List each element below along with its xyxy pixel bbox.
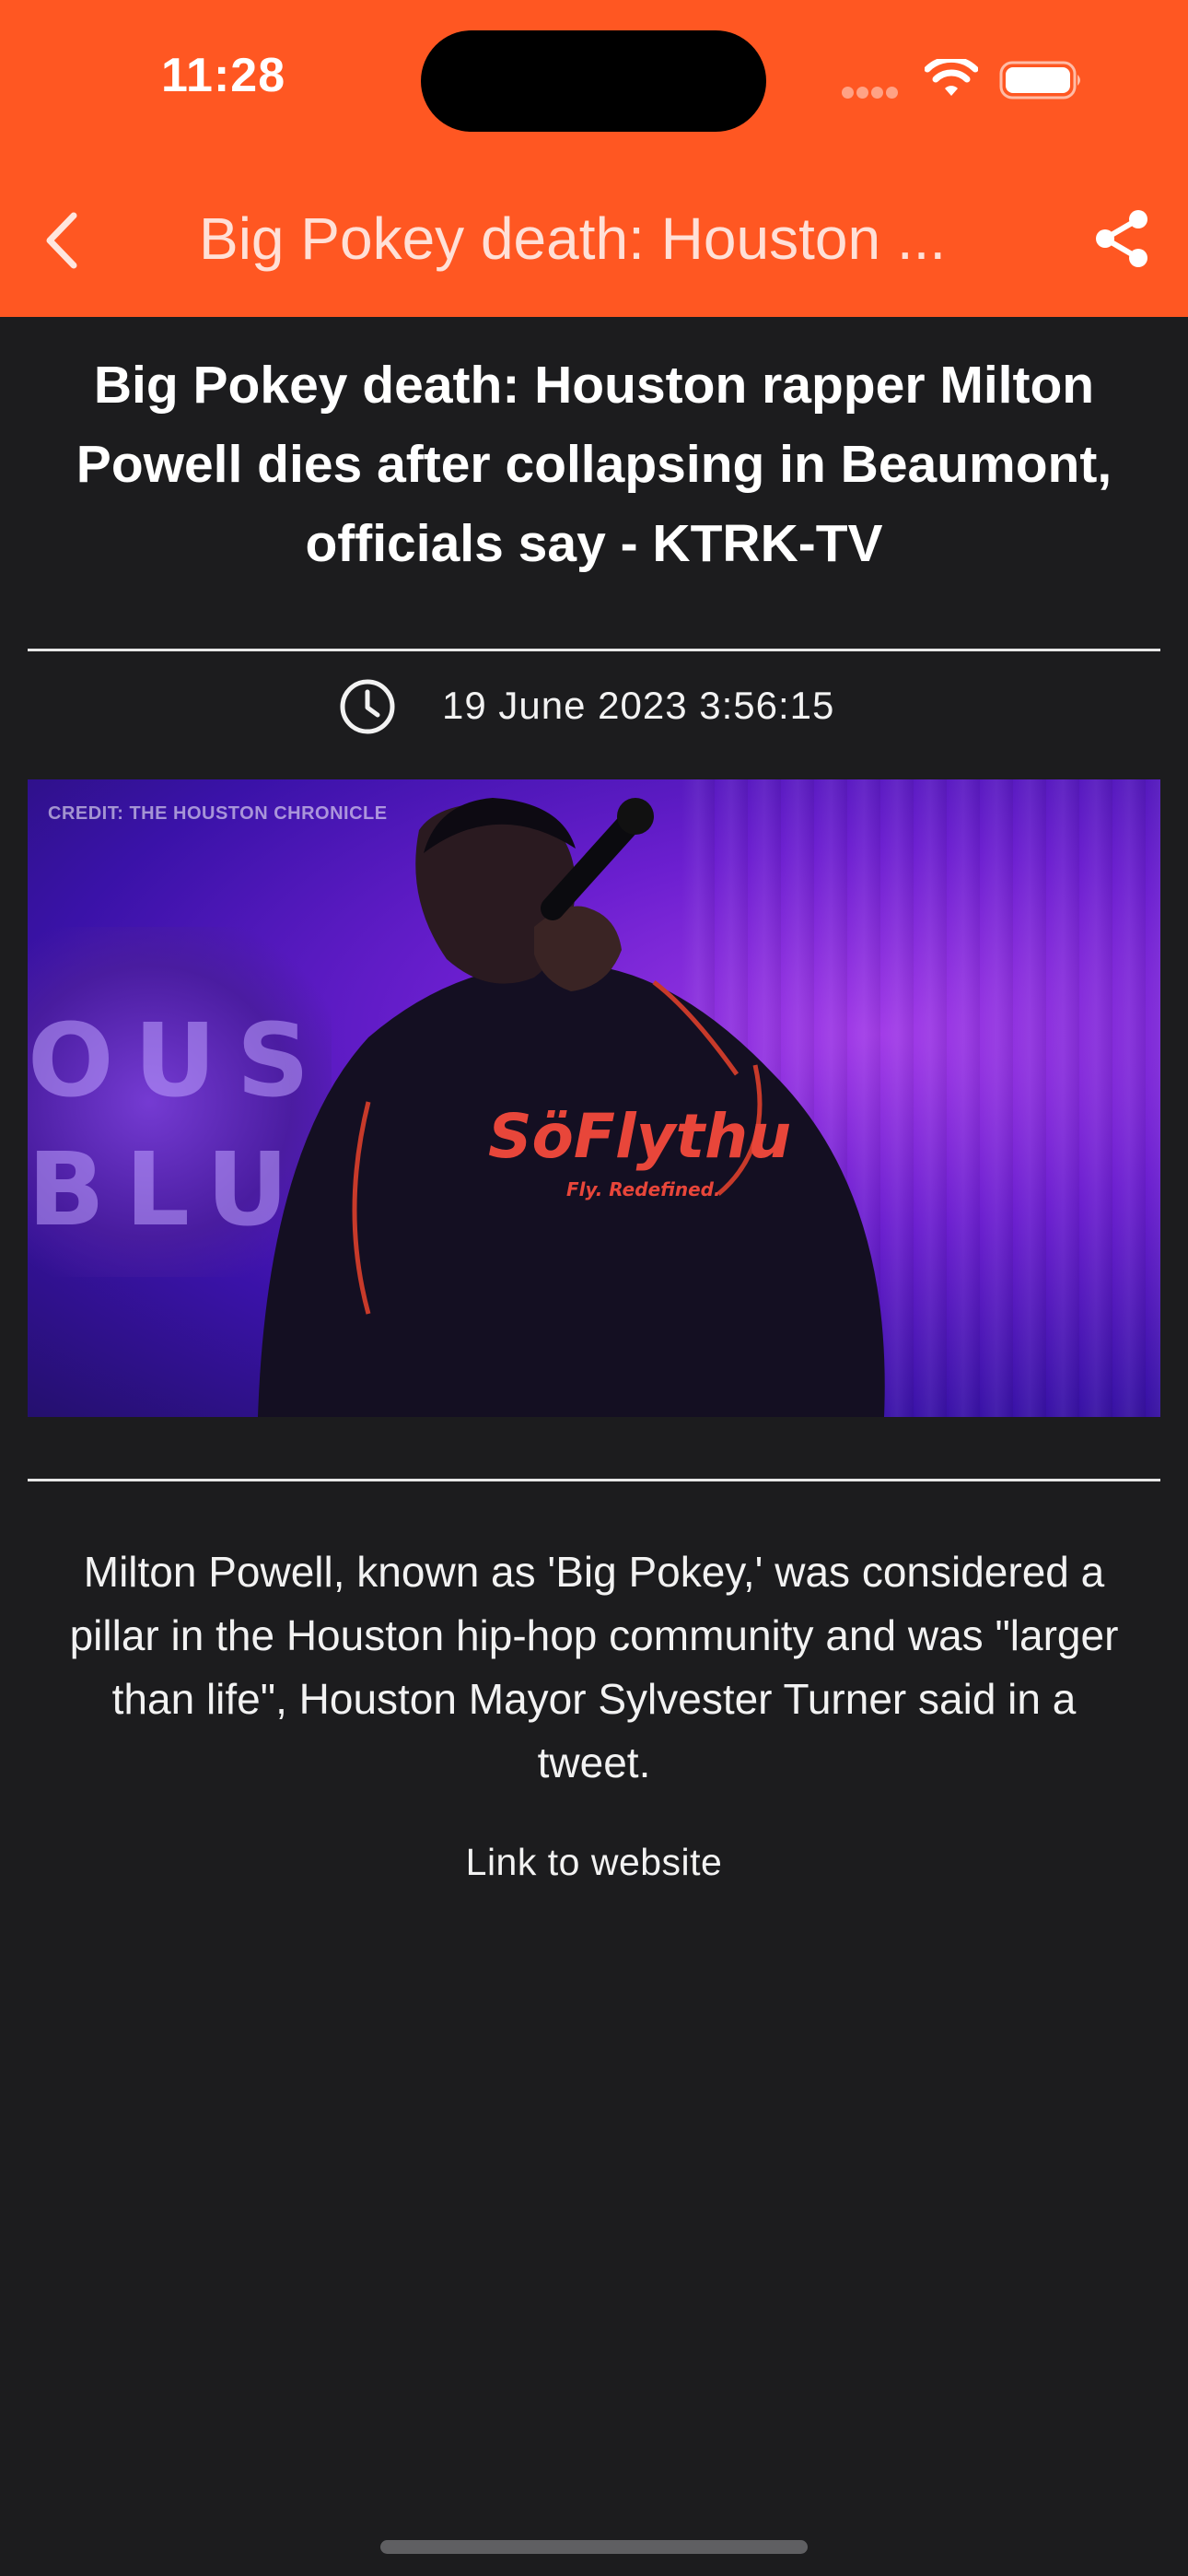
article-headline: Big Pokey death: Houston rapper Milton P…	[76, 356, 1112, 573]
status-time: 11:28	[161, 49, 286, 102]
app-bar: 11:28 Big Pokey death: Houston ...	[0, 0, 1188, 317]
article-image: OUS BLU CREDIT: THE HOUSTON CHRONICLE Sö…	[28, 779, 1160, 1417]
performer-figure: SöFlythu Fly. Redefined.	[258, 798, 885, 1417]
shirt-text: SöFlythu	[488, 1101, 791, 1172]
shirt-subtext: Fly. Redefined.	[566, 1178, 721, 1200]
cellular-signal-icon	[842, 87, 904, 100]
dynamic-island	[421, 30, 766, 132]
nav-title: Big Pokey death: Houston ...	[199, 205, 947, 272]
article-summary: Milton Powell, known as 'Big Pokey,' was…	[69, 1548, 1119, 1786]
wifi-icon	[925, 59, 978, 96]
battery-icon	[999, 61, 1080, 100]
divider-bottom	[28, 1479, 1160, 1481]
back-button[interactable]	[37, 205, 88, 276]
clock-icon	[340, 679, 395, 734]
share-button[interactable]	[1092, 208, 1153, 269]
website-link[interactable]: Link to website	[0, 1841, 1188, 1884]
home-indicator[interactable]	[380, 2540, 808, 2554]
divider-top	[28, 649, 1160, 651]
article-date: 19 June 2023 3:56:15	[442, 684, 835, 727]
